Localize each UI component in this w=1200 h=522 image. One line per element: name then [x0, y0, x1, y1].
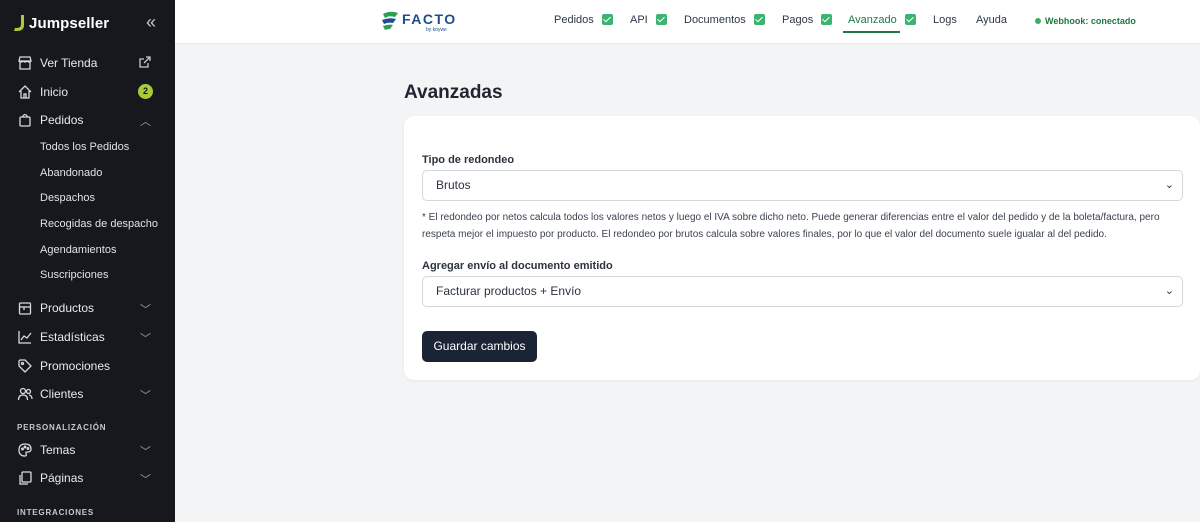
tab-label: Avanzado — [848, 14, 897, 26]
rounding-help-text: * El redondeo por netos calcula todos lo… — [422, 212, 1160, 240]
home-icon — [18, 85, 32, 99]
section-personalizacion: PERSONALIZACIÓN — [17, 423, 107, 432]
sidebar-subitem-despachos[interactable]: Despachos — [40, 192, 165, 204]
tab-pedidos[interactable]: Pedidos — [554, 14, 613, 34]
rounding-type-label: Tipo de redondeo — [422, 154, 515, 166]
top-nav: FACTO by koywe Pedidos API Documentos Pa… — [175, 0, 1200, 44]
check-icon — [655, 14, 667, 25]
chart-icon — [18, 331, 32, 344]
section-integraciones: INTEGRACIONES — [17, 508, 95, 517]
sidebar-item-ver-tienda[interactable]: Ver Tienda — [0, 51, 175, 75]
sidebar-item-temas[interactable]: Temas ﹀ — [0, 438, 175, 462]
sidebar-item-label: Productos — [40, 301, 95, 315]
notification-badge: 2 — [138, 84, 153, 99]
sidebar-item-clientes[interactable]: Clientes ﹀ — [0, 382, 175, 406]
sidebar-item-paginas[interactable]: Páginas ﹀ — [0, 466, 175, 490]
brand-name: Jumpseller — [29, 14, 110, 32]
collapse-sidebar-icon[interactable]: « — [146, 12, 156, 32]
facto-logo[interactable]: FACTO by koywe — [380, 8, 460, 36]
box-icon — [18, 302, 32, 315]
tab-pagos[interactable]: Pagos — [782, 14, 833, 34]
tab-label: Pedidos — [554, 14, 594, 26]
sidebar-subitem-agendamientos[interactable]: Agendamientos — [40, 244, 165, 256]
pages-icon — [19, 471, 32, 485]
check-icon — [601, 14, 613, 25]
sidebar-item-pedidos[interactable]: Pedidos ︿ — [0, 108, 175, 132]
check-icon — [904, 14, 916, 25]
sidebar-subitem-abandonado[interactable]: Abandonado — [40, 167, 165, 179]
settings-card: Tipo de redondeo Brutos ⌄ * El redondeo … — [404, 116, 1200, 380]
sidebar-item-label: Pedidos — [40, 113, 84, 127]
external-link-icon[interactable] — [138, 55, 152, 69]
sidebar-item-label: Temas — [40, 443, 76, 457]
tab-documentos[interactable]: Documentos — [684, 14, 765, 34]
check-icon — [821, 14, 833, 25]
chevron-down-icon: ⌄ — [1164, 179, 1174, 191]
check-icon — [753, 14, 765, 25]
shipping-value: Facturar productos + Envío — [436, 284, 582, 298]
sidebar-item-estadisticas[interactable]: Estadísticas ﹀ — [0, 325, 175, 349]
webhook-status: Webhook: conectado — [1035, 16, 1136, 26]
tab-label: Logs — [933, 14, 957, 26]
chevron-down-icon: ﹀ — [140, 333, 151, 345]
status-dot-icon — [1035, 18, 1041, 24]
tab-logs[interactable]: Logs — [933, 14, 957, 34]
sidebar-item-label: Páginas — [40, 471, 84, 485]
jumpseller-logo-icon — [14, 15, 24, 31]
chevron-down-icon: ﹀ — [140, 474, 151, 486]
logo-subtext: by koywe — [426, 27, 447, 33]
bag-icon — [19, 113, 31, 127]
webhook-status-text: Webhook: conectado — [1045, 16, 1136, 26]
facto-logo-icon — [382, 11, 398, 30]
rounding-type-value: Brutos — [436, 178, 471, 192]
chevron-up-icon: ︿ — [140, 116, 151, 128]
users-icon — [17, 387, 33, 401]
sidebar-item-inicio[interactable]: Inicio 2 — [0, 80, 175, 104]
sidebar-item-label: Inicio — [40, 85, 69, 99]
tab-ayuda[interactable]: Ayuda — [976, 14, 1007, 34]
tab-label: Documentos — [684, 14, 746, 26]
page-title: Avanzadas — [404, 82, 503, 103]
chevron-down-icon: ﹀ — [140, 446, 151, 458]
tab-api[interactable]: API — [630, 14, 667, 34]
tab-label: Ayuda — [976, 14, 1007, 26]
tag-icon — [18, 359, 32, 373]
logo-text: FACTO — [402, 11, 457, 27]
sidebar-subitem-recogidas[interactable]: Recogidas de despacho — [40, 218, 165, 230]
sidebar-item-label: Estadísticas — [40, 330, 105, 344]
store-icon — [18, 56, 32, 70]
palette-icon — [18, 443, 32, 457]
sidebar: Jumpseller « Ver Tienda Inicio 2 Pedidos… — [0, 0, 175, 522]
tab-label: Pagos — [782, 14, 814, 26]
sidebar-item-productos[interactable]: Productos ﹀ — [0, 296, 175, 320]
sidebar-item-label: Clientes — [40, 387, 84, 401]
sidebar-subitem-todos-pedidos[interactable]: Todos los Pedidos — [40, 141, 165, 153]
brand[interactable]: Jumpseller — [12, 12, 109, 34]
sidebar-item-promociones[interactable]: Promociones — [0, 354, 175, 378]
chevron-down-icon: ⌄ — [1164, 285, 1174, 297]
save-button[interactable]: Guardar cambios — [422, 331, 537, 362]
tab-label: API — [630, 14, 648, 26]
sidebar-item-label: Ver Tienda — [40, 56, 98, 70]
chevron-down-icon: ﹀ — [140, 304, 151, 316]
shipping-label: Agregar envío al documento emitido — [422, 260, 613, 272]
active-tab-indicator — [843, 31, 900, 33]
rounding-type-select[interactable]: Brutos ⌄ — [422, 170, 1183, 201]
shipping-select[interactable]: Facturar productos + Envío ⌄ — [422, 276, 1183, 307]
chevron-down-icon: ﹀ — [140, 390, 151, 402]
sidebar-item-label: Promociones — [40, 359, 111, 373]
sidebar-subitem-suscripciones[interactable]: Suscripciones — [40, 269, 165, 281]
